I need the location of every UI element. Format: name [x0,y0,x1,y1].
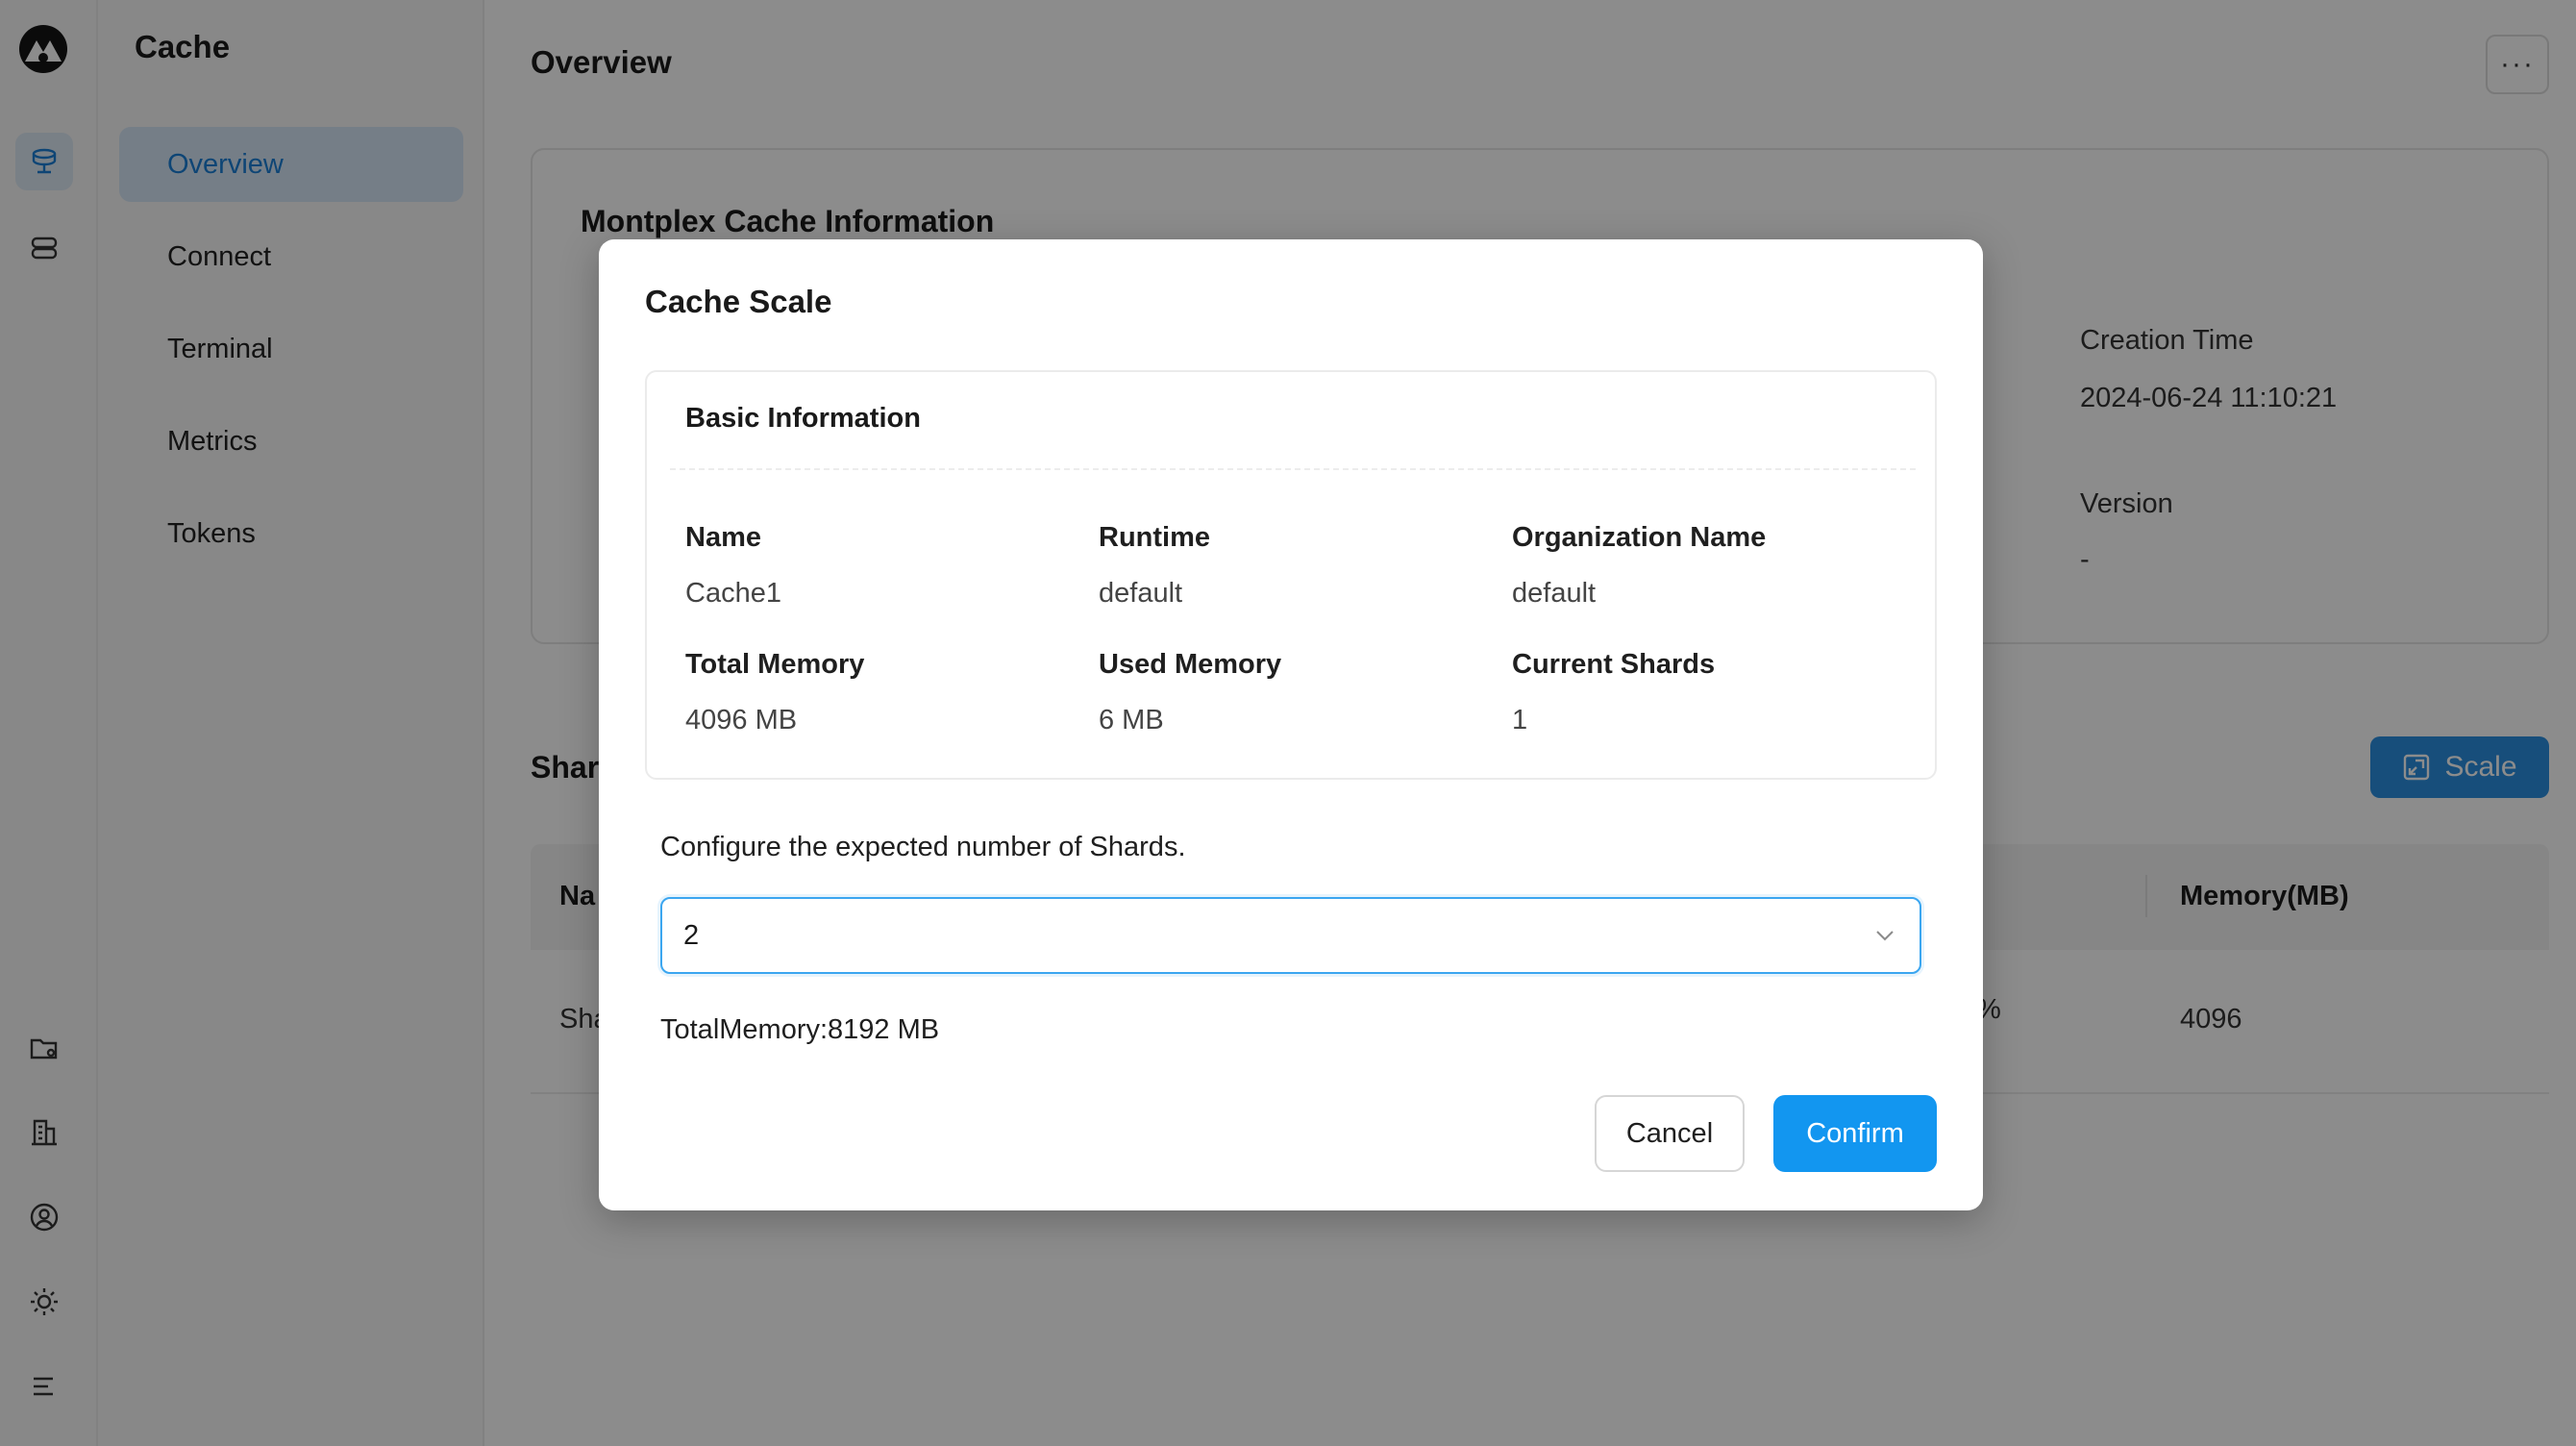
configure-shards-label: Configure the expected number of Shards. [660,832,1186,862]
card-divider [670,468,1916,470]
cache-scale-dialog: Cache Scale Basic Information Name Cache… [599,239,1983,1210]
cancel-button[interactable]: Cancel [1595,1095,1745,1172]
total-memory-label: Total Memory [685,649,865,680]
runtime-label: Runtime [1099,522,1210,553]
used-memory-label: Used Memory [1099,649,1282,680]
shards-select-value: 2 [683,920,700,951]
current-shards-value: 1 [1512,705,1528,735]
current-shards-label: Current Shards [1512,649,1716,680]
dialog-title: Cache Scale [645,284,832,319]
runtime-value: default [1099,578,1183,609]
used-memory-value: 6 MB [1099,705,1164,735]
basic-information-card: Basic Information Name Cache1 Runtime de… [645,370,1937,780]
shards-select[interactable]: 2 [660,897,1921,974]
name-label: Name [685,522,761,553]
basic-information-title: Basic Information [685,403,921,434]
total-memory-text: TotalMemory:8192 MB [660,1014,940,1045]
organization-name-value: default [1512,578,1597,609]
name-value: Cache1 [685,578,781,609]
chevron-down-icon [1876,931,1894,941]
confirm-button[interactable]: Confirm [1773,1095,1937,1172]
total-memory-value: 4096 MB [685,705,798,735]
organization-name-label: Organization Name [1512,522,1767,553]
